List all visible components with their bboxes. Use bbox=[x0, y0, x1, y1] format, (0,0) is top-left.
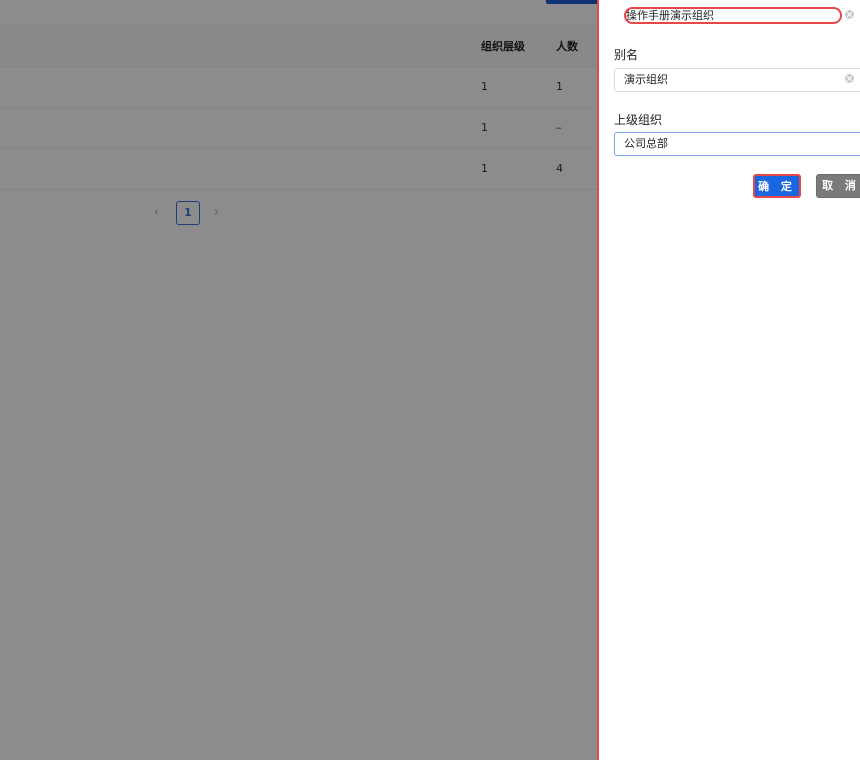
clear-icon[interactable] bbox=[845, 74, 854, 83]
parent-org-label: 上级组织 bbox=[614, 113, 663, 127]
org-name-input[interactable]: 操作手册演示组织 bbox=[624, 7, 842, 24]
parent-org-select[interactable]: 公司总部 bbox=[614, 132, 860, 156]
modal-mask[interactable] bbox=[0, 0, 597, 760]
alias-label: 别名 bbox=[614, 48, 639, 62]
edit-org-drawer: 操作手册演示组织 别名 演示组织 上级组织 公司总部 确 定 取 消 bbox=[597, 0, 860, 760]
clear-icon[interactable] bbox=[845, 10, 854, 19]
alias-input[interactable]: 演示组织 bbox=[614, 68, 860, 92]
confirm-button[interactable]: 确 定 bbox=[753, 174, 801, 198]
cancel-button[interactable]: 取 消 bbox=[816, 174, 860, 198]
